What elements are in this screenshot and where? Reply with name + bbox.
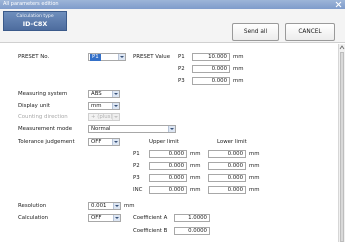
window-title: All parameters edition bbox=[3, 1, 59, 7]
lower-limit-header: Lower limit bbox=[217, 139, 247, 145]
tolerance-label: Tolerance judgement bbox=[18, 139, 75, 145]
lower-limit-input[interactable]: 0.000 bbox=[208, 150, 246, 158]
lower-limit-unit: mm bbox=[249, 151, 260, 157]
preset-no-value: P1 bbox=[90, 54, 101, 61]
calculation-select[interactable]: OFF bbox=[88, 214, 121, 222]
chevron-down-icon bbox=[168, 126, 175, 132]
preset-unit: mm bbox=[233, 66, 244, 72]
close-icon[interactable] bbox=[335, 1, 342, 8]
display-unit-select[interactable]: mm bbox=[88, 102, 120, 110]
cancel-button[interactable]: CANCEL bbox=[285, 23, 335, 41]
preset-value-label: PRESET Value bbox=[133, 54, 171, 60]
coefficient-a-input[interactable]: 1.0000 bbox=[174, 214, 210, 222]
calculation-type-label: Calculation type bbox=[16, 14, 54, 19]
lower-limit-input[interactable]: 0.000 bbox=[208, 174, 246, 182]
measurement-mode-value: Normal bbox=[91, 126, 111, 132]
calculation-type-value: ID-C8X bbox=[22, 20, 48, 28]
preset-unit: mm bbox=[233, 54, 244, 60]
lower-limit-unit: mm bbox=[249, 175, 260, 181]
measuring-system-value: ABS bbox=[91, 91, 102, 97]
upper-limit-unit: mm bbox=[190, 175, 201, 181]
upper-limit-input[interactable]: 0.000 bbox=[149, 174, 187, 182]
preset-p2-input[interactable]: 0.000 bbox=[192, 65, 230, 73]
preset-row-name: P3 bbox=[178, 78, 185, 84]
scrollbar-thumb[interactable] bbox=[340, 52, 344, 242]
measuring-system-label: Measuring system bbox=[18, 91, 68, 97]
upper-limit-header: Upper limit bbox=[149, 139, 179, 145]
calculation-label: Calculation bbox=[18, 215, 49, 221]
calculation-type-button[interactable]: Calculation type ID-C8X bbox=[3, 11, 67, 31]
coefficient-b-label: Coefficient B bbox=[133, 228, 168, 234]
send-all-button[interactable]: Send all bbox=[232, 23, 279, 41]
tolerance-value: OFF bbox=[91, 139, 102, 145]
lower-limit-input[interactable]: 0.000 bbox=[208, 186, 246, 194]
tolerance-select[interactable]: OFF bbox=[88, 138, 120, 146]
upper-limit-unit: mm bbox=[190, 163, 201, 169]
lower-limit-unit: mm bbox=[249, 163, 260, 169]
vertical-scrollbar[interactable] bbox=[338, 44, 345, 242]
chevron-down-icon bbox=[112, 139, 119, 145]
upper-limit-input[interactable]: 0.000 bbox=[149, 162, 187, 170]
chevron-down-icon bbox=[113, 203, 120, 209]
preset-no-select[interactable]: P1 bbox=[88, 53, 126, 61]
upper-limit-input[interactable]: 0.000 bbox=[149, 150, 187, 158]
resolution-label: Resolution bbox=[18, 203, 47, 209]
tolerance-row-name: P2 bbox=[133, 163, 140, 169]
preset-p3-input[interactable]: 0.000 bbox=[192, 77, 230, 85]
chevron-down-icon bbox=[118, 54, 125, 60]
tolerance-row-name: P3 bbox=[133, 175, 140, 181]
counting-direction-label: Counting direction bbox=[18, 114, 68, 120]
measurement-mode-label: Measurement mode bbox=[18, 126, 73, 132]
preset-no-label: PRESET No. bbox=[18, 54, 50, 60]
tolerance-row-name: P1 bbox=[133, 151, 140, 157]
chevron-up-icon[interactable] bbox=[339, 44, 345, 51]
preset-row-name: P1 bbox=[178, 54, 185, 60]
resolution-value: 0.001 bbox=[91, 203, 107, 209]
preset-p1-input[interactable]: 10.000 bbox=[192, 53, 230, 61]
lower-limit-unit: mm bbox=[249, 187, 260, 193]
resolution-unit: mm bbox=[124, 203, 135, 209]
preset-row-name: P2 bbox=[178, 66, 185, 72]
window-title-bar: All parameters edition bbox=[0, 0, 345, 9]
counting-direction-select: + (plus) bbox=[88, 113, 120, 121]
chevron-down-icon bbox=[112, 103, 119, 109]
resolution-select[interactable]: 0.001 bbox=[88, 202, 121, 210]
measuring-system-select[interactable]: ABS bbox=[88, 90, 120, 98]
chevron-down-icon bbox=[113, 215, 120, 221]
counting-direction-value: + (plus) bbox=[91, 114, 113, 120]
upper-limit-input[interactable]: 0.000 bbox=[149, 186, 187, 194]
coefficient-a-label: Coefficient A bbox=[133, 215, 168, 221]
preset-unit: mm bbox=[233, 78, 244, 84]
measurement-mode-select[interactable]: Normal bbox=[88, 125, 176, 133]
lower-limit-input[interactable]: 0.000 bbox=[208, 162, 246, 170]
tolerance-row-name: INC bbox=[133, 187, 143, 193]
upper-limit-unit: mm bbox=[190, 151, 201, 157]
upper-limit-unit: mm bbox=[190, 187, 201, 193]
calculation-value: OFF bbox=[91, 215, 102, 221]
display-unit-label: Display unit bbox=[18, 103, 51, 109]
chevron-down-icon bbox=[112, 91, 119, 97]
coefficient-b-input[interactable]: 0.0000 bbox=[174, 227, 210, 235]
display-unit-value: mm bbox=[91, 103, 102, 109]
chevron-down-icon bbox=[112, 114, 119, 120]
